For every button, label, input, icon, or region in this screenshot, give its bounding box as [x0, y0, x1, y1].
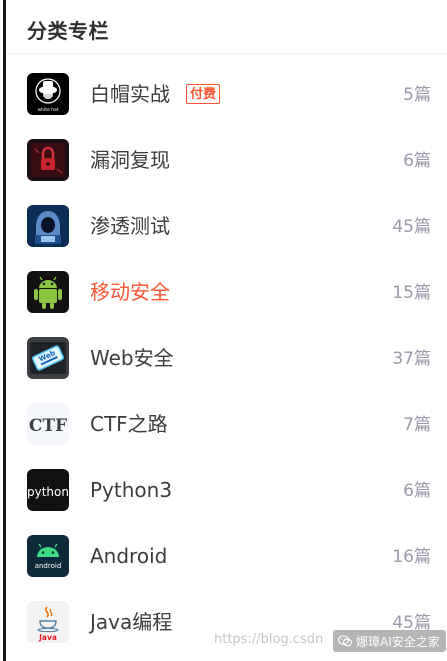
thumb-text: android	[35, 562, 62, 570]
hooded-hacker-icon	[27, 205, 69, 247]
paid-badge: 付费	[186, 84, 221, 104]
category-label: Android	[90, 544, 168, 568]
web-security-key-icon: Web	[27, 337, 69, 379]
panel-header: 分类专栏	[6, 0, 447, 54]
category-item-web-security[interactable]: Web Web安全 37篇	[6, 325, 447, 391]
ctf-logo-icon: CTF	[27, 403, 69, 445]
category-count: 37篇	[392, 349, 431, 369]
category-count: 6篇	[403, 481, 431, 501]
category-label: 白帽实战	[90, 82, 170, 106]
red-lock-icon	[27, 139, 69, 181]
thumb-text: python	[27, 485, 69, 499]
category-count: 7篇	[403, 415, 431, 435]
category-list: white hat 白帽实战 付费 5篇 漏洞复现 6篇 渗透测试 45篇 移动…	[6, 61, 447, 655]
category-label: 漏洞复现	[90, 148, 170, 172]
category-count: 5篇	[403, 85, 431, 105]
category-column-panel: 分类专栏 white hat 白帽实战 付费 5篇 漏洞复现 6篇 渗透测试 4…	[3, 0, 447, 661]
wechat-label: 娜璋AI安全之家	[356, 634, 440, 649]
thumb-text: white hat	[37, 107, 58, 113]
category-item-pentest[interactable]: 渗透测试 45篇	[6, 193, 447, 259]
category-label: 渗透测试	[90, 214, 170, 238]
wechat-watermark: 娜璋AI安全之家	[333, 630, 446, 652]
thumb-text: Java	[38, 633, 57, 642]
category-count: 16篇	[392, 547, 431, 567]
category-label: Python3	[90, 478, 173, 502]
white-hat-icon: white hat	[27, 73, 69, 115]
category-item-white-hat[interactable]: white hat 白帽实战 付费 5篇	[6, 61, 447, 127]
android-robot-icon	[27, 271, 69, 313]
category-item-vuln-reproduce[interactable]: 漏洞复现 6篇	[6, 127, 447, 193]
watermark-url: https://blog.csdn	[214, 632, 324, 647]
category-item-python3[interactable]: python Python3 6篇	[6, 457, 447, 523]
category-label: 移动安全	[90, 280, 170, 304]
java-logo-icon: Java	[27, 601, 69, 643]
category-count: 45篇	[392, 217, 431, 237]
category-count: 6篇	[403, 151, 431, 171]
panel-title: 分类专栏	[27, 19, 109, 43]
python-logo-icon: python	[27, 469, 69, 511]
category-item-mobile-security[interactable]: 移动安全 15篇	[6, 259, 447, 325]
category-label: Web安全	[90, 346, 174, 370]
category-label: CTF之路	[90, 412, 168, 436]
category-item-ctf[interactable]: CTF CTF之路 7篇	[6, 391, 447, 457]
android-logo-icon: android	[27, 535, 69, 577]
category-item-android[interactable]: android Android 16篇	[6, 523, 447, 589]
category-label: Java编程	[90, 610, 173, 634]
category-count: 15篇	[392, 283, 431, 303]
thumb-text: CTF	[29, 416, 67, 436]
wechat-icon	[337, 635, 353, 647]
